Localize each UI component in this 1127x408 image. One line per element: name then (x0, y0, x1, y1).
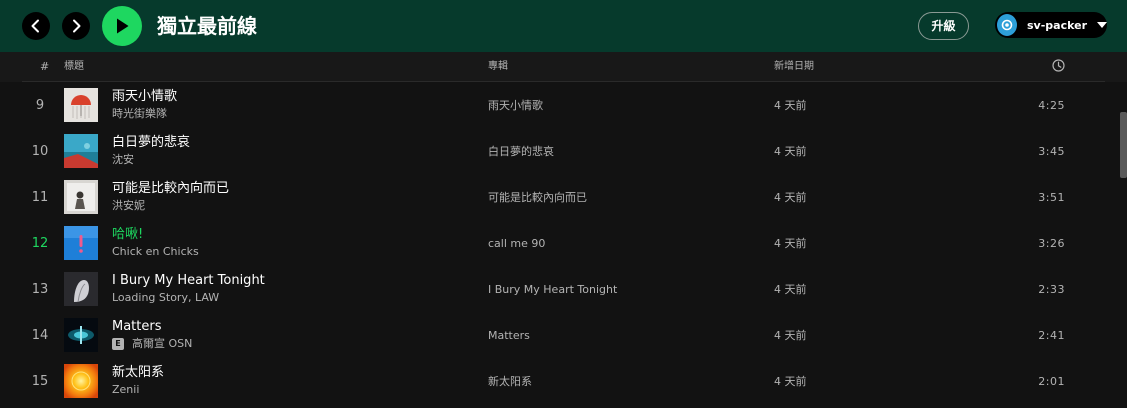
track-duration: 3:45 (1038, 145, 1065, 158)
track-title[interactable]: 白日夢的悲哀 (112, 135, 190, 151)
track-number: 15 (31, 374, 49, 389)
avatar (997, 14, 1017, 36)
track-row[interactable]: 10 白日夢的悲哀 沈安 白日夢的悲哀 4 天前 3:45 (0, 128, 1127, 174)
artist-link[interactable]: 沈安 (112, 153, 134, 167)
track-album[interactable]: 白日夢的悲哀 (488, 145, 554, 159)
track-album[interactable]: I Bury My Heart Tonight (488, 283, 617, 297)
track-date-added: 4 天前 (774, 99, 807, 112)
track-duration: 3:51 (1038, 191, 1065, 204)
track-number: 14 (31, 328, 49, 343)
clock-icon (1052, 59, 1065, 72)
track-date-added: 4 天前 (774, 283, 807, 296)
chevron-left-icon (31, 19, 39, 33)
artist-link[interactable]: Chick en Chicks (112, 245, 199, 259)
track-album[interactable]: 可能是比較內向而已 (488, 191, 587, 205)
app-window: 獨立最前線 升級 sv-packer # 標題 專輯 新增日期 9 雨天小情歌 … (0, 0, 1127, 408)
track-list: 9 雨天小情歌 時光街樂隊 雨天小情歌 4 天前 4:25 10 白日夢的悲哀 … (0, 82, 1127, 408)
track-number: 12 (31, 236, 49, 251)
track-duration: 2:33 (1038, 283, 1065, 296)
column-header-duration[interactable] (1052, 59, 1065, 77)
track-album[interactable]: 雨天小情歌 (488, 99, 543, 113)
track-artist: Chick en Chicks (112, 245, 199, 259)
column-header-date-added[interactable]: 新增日期 (774, 60, 814, 74)
track-date-added: 4 天前 (774, 145, 807, 158)
upgrade-button[interactable]: 升級 (918, 12, 969, 40)
track-number: 10 (31, 144, 49, 159)
album-cover (64, 318, 98, 352)
artist-link[interactable]: 洪安妮 (112, 199, 145, 213)
track-number: 9 (35, 98, 45, 113)
track-date-added: 4 天前 (774, 237, 807, 250)
play-icon (117, 18, 129, 34)
track-number: 11 (31, 190, 49, 205)
track-artist: 沈安 (112, 153, 134, 167)
track-title[interactable]: 新太阳系 (112, 365, 164, 381)
back-button[interactable] (22, 12, 50, 40)
track-duration: 2:41 (1038, 329, 1065, 342)
track-artist: E 高爾宣 OSN (112, 337, 192, 351)
track-row[interactable]: 11 可能是比較內向而已 洪安妮 可能是比較內向而已 4 天前 3:51 (0, 174, 1127, 220)
user-avatar-icon (1001, 19, 1013, 31)
album-cover (64, 226, 98, 260)
chevron-right-icon (73, 19, 81, 33)
album-cover (64, 272, 98, 306)
track-artist: 洪安妮 (112, 199, 145, 213)
track-artist: 時光街樂隊 (112, 107, 167, 121)
column-header-title[interactable]: 標題 (64, 60, 84, 74)
track-title[interactable]: I Bury My Heart Tonight (112, 273, 265, 289)
track-album[interactable]: 新太阳系 (488, 375, 532, 389)
artist-link[interactable]: Zenii (112, 383, 139, 397)
track-date-added: 4 天前 (774, 191, 807, 204)
track-row[interactable]: 15 新太阳系 Zenii 新太阳系 4 天前 2:01 (0, 358, 1127, 404)
explicit-badge: E (112, 338, 124, 350)
track-row[interactable]: 9 雨天小情歌 時光街樂隊 雨天小情歌 4 天前 4:25 (0, 82, 1127, 128)
track-duration: 4:25 (1038, 99, 1065, 112)
top-bar: 獨立最前線 升級 sv-packer (0, 0, 1127, 52)
user-name: sv-packer (1026, 18, 1087, 32)
track-artist: Zenii (112, 383, 139, 397)
scrollbar-thumb[interactable] (1120, 112, 1127, 178)
track-album[interactable]: call me 90 (488, 237, 545, 251)
artist-link[interactable]: 時光街樂隊 (112, 107, 167, 121)
artist-link[interactable]: 高爾宣 OSN (132, 337, 192, 351)
track-date-added: 4 天前 (774, 375, 807, 388)
track-title[interactable]: Matters (112, 319, 162, 335)
album-cover (64, 134, 98, 168)
forward-button[interactable] (62, 12, 90, 40)
track-title[interactable]: 雨天小情歌 (112, 89, 177, 105)
track-album[interactable]: Matters (488, 329, 530, 343)
track-row[interactable]: 14 Matters E 高爾宣 OSN Matters 4 天前 2:41 (0, 312, 1127, 358)
album-cover (64, 88, 98, 122)
track-row[interactable]: 13 I Bury My Heart Tonight Loading Story… (0, 266, 1127, 312)
album-cover (64, 364, 98, 398)
track-title[interactable]: 哈啾! (112, 227, 143, 243)
column-header-album[interactable]: 專輯 (488, 60, 508, 74)
track-title[interactable]: 可能是比較內向而已 (112, 181, 229, 197)
column-header-number: # (40, 60, 50, 73)
track-artist: Loading Story, LAW (112, 291, 219, 305)
track-row-playing[interactable]: 12 哈啾! Chick en Chicks call me 90 4 天前 3… (0, 220, 1127, 266)
artist-link[interactable]: Loading Story, LAW (112, 291, 219, 305)
track-duration: 2:01 (1038, 375, 1065, 388)
page-title: 獨立最前線 (157, 14, 257, 38)
track-date-added: 4 天前 (774, 329, 807, 342)
play-button[interactable] (102, 6, 142, 46)
user-menu-button[interactable]: sv-packer (995, 12, 1107, 38)
caret-down-icon (1097, 22, 1107, 28)
track-number: 13 (31, 282, 49, 297)
track-duration: 3:26 (1038, 237, 1065, 250)
track-table-header: # 標題 專輯 新增日期 (0, 52, 1127, 82)
album-cover (64, 180, 98, 214)
